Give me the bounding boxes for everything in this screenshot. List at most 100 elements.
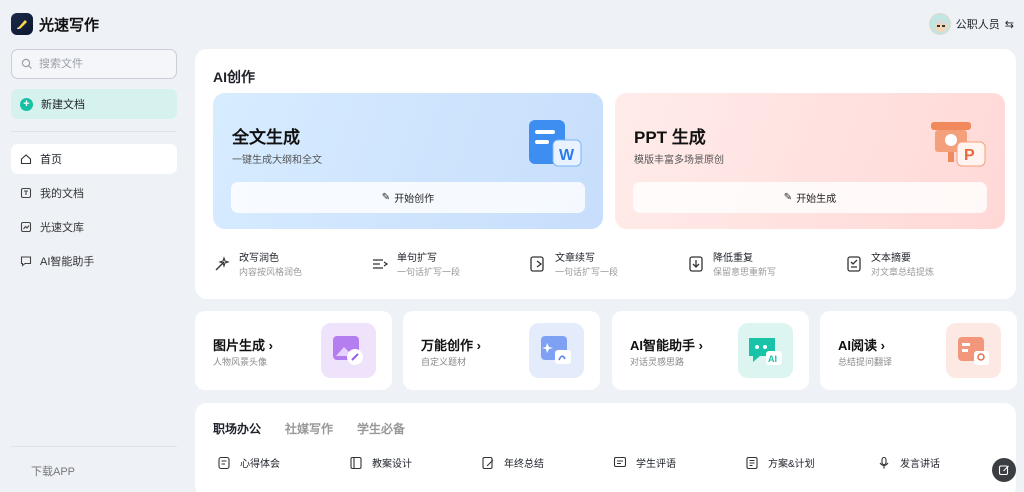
sidebar-item-label: 首页	[40, 154, 62, 166]
sidebar: 光速写作 + 新建文档 首页 我的文档 光速文库	[0, 0, 188, 492]
card-title: AI阅读 ›	[838, 338, 885, 353]
card-title: 全文生成	[232, 128, 300, 147]
template-label: 年终总结	[504, 459, 544, 470]
feedback-button[interactable]	[992, 458, 1016, 482]
app-window: 光速写作 + 新建文档 首页 我的文档 光速文库	[0, 0, 1024, 492]
card-title: 图片生成 ›	[213, 338, 273, 353]
card-desc: 自定义题材	[421, 357, 467, 367]
book-icon	[350, 456, 362, 469]
sidebar-item-home[interactable]: 首页	[11, 144, 177, 174]
ppt-icon: P	[931, 122, 986, 167]
tool-name: 文章续写	[555, 253, 595, 264]
chat-icon	[20, 256, 32, 267]
feature-card-ai-read[interactable]: AI阅读 › 总结提问翻译	[820, 311, 1017, 390]
sidebar-item-ai-assistant[interactable]: AI智能助手	[11, 246, 177, 276]
template-item[interactable]: 教案设计	[349, 455, 481, 470]
logo[interactable]: 光速写作	[11, 13, 99, 35]
tool-desc: 内容按风格润色	[239, 267, 303, 277]
expand-lines-icon	[373, 259, 389, 269]
checklist-icon	[847, 256, 861, 272]
sidebar-item-label: AI智能助手	[40, 256, 95, 268]
plus-icon: +	[20, 97, 33, 111]
sidebar-nav: 首页 我的文档 光速文库 AI智能助手	[11, 144, 177, 280]
section-title: AI创作	[213, 69, 255, 85]
divider	[11, 131, 177, 132]
card-desc: 总结提问翻译	[838, 357, 893, 367]
swap-icon[interactable]: ⇆	[1005, 18, 1014, 31]
sidebar-item-library[interactable]: 光速文库	[11, 212, 177, 242]
library-icon	[20, 221, 32, 233]
button-label: 开始创作	[394, 194, 435, 205]
tool-expand[interactable]: 单句扩写 一句话扩写一段	[371, 252, 529, 278]
tab-social[interactable]: 社媒写作	[285, 420, 333, 437]
card-subtitle: 模版丰富多场景原创	[634, 155, 724, 166]
template-label: 心得体会	[240, 459, 280, 470]
tool-reduce-duplicate[interactable]: 降低重复 保留意思重新写	[687, 252, 845, 278]
magic-wand-icon	[215, 256, 230, 271]
search-icon	[21, 58, 32, 69]
word-doc-icon: W	[529, 120, 582, 167]
feature-card-universal[interactable]: 万能创作 › 自定义题材	[403, 311, 600, 390]
continue-icon	[530, 256, 544, 272]
pen-icon: ✎	[381, 192, 391, 203]
template-item[interactable]: 学生评语	[613, 455, 745, 470]
template-label: 发言讲话	[900, 459, 940, 470]
card-title-text: AI阅读	[838, 338, 878, 353]
template-items: 心得体会 教案设计 年终总结 学生评语 方案&计划 发言讲话	[217, 455, 1009, 470]
template-label: 学生评语	[636, 459, 676, 470]
card-title-text: 万能创作	[421, 338, 474, 353]
template-label: 方案&计划	[768, 459, 815, 470]
universal-create-icon	[529, 323, 584, 378]
doc-icon	[20, 187, 32, 199]
template-item[interactable]: 年终总结	[481, 455, 613, 470]
new-doc-button[interactable]: + 新建文档	[11, 89, 177, 119]
tool-desc: 对文章总结提炼	[871, 267, 935, 277]
svg-text:P: P	[964, 147, 975, 164]
card-desc: 人物风景头像	[213, 357, 268, 367]
app-name: 光速写作	[39, 16, 100, 34]
search-input[interactable]	[39, 58, 169, 70]
tool-summary[interactable]: 文本摘要对文章总结提炼	[845, 252, 1003, 278]
image-gen-icon	[321, 323, 376, 378]
download-app-link[interactable]: 下载APP	[11, 446, 177, 479]
template-panel: 职场办公 社媒写作 学生必备 心得体会 教案设计 年终总结 学生评语 方案&计划…	[195, 403, 1016, 492]
plan-icon	[746, 456, 758, 469]
template-item[interactable]: 方案&计划	[745, 455, 877, 470]
start-generate-button[interactable]: ✎ 开始生成	[633, 182, 987, 213]
logo-icon	[11, 13, 33, 35]
edit-doc-icon	[482, 456, 494, 469]
tab-office[interactable]: 职场办公	[213, 420, 261, 437]
card-subtitle: 一键生成大纲和全文	[232, 155, 322, 166]
tool-row: 改写润色 内容按风格润色 单句扩写 一句话扩写一段 文章续写一句话扩写一段 降低重复…	[213, 252, 1003, 278]
full-text-card[interactable]: 全文生成 一键生成大纲和全文 W ✎ 开始创作	[213, 93, 603, 229]
template-item[interactable]: 发言讲话	[877, 455, 1009, 470]
feature-card-image[interactable]: 图片生成 › 人物风景头像	[195, 311, 392, 390]
comment-icon	[613, 456, 627, 467]
search-box[interactable]	[11, 49, 177, 79]
tool-desc: 一句话扩写一段	[555, 267, 619, 277]
sidebar-item-my-docs[interactable]: 我的文档	[11, 178, 177, 208]
tool-continue[interactable]: 文章续写一句话扩写一段	[529, 252, 687, 278]
ai-chat-icon: AI	[738, 323, 793, 378]
tool-desc: 一句话扩写一段	[397, 267, 461, 277]
card-title: PPT 生成	[634, 128, 706, 147]
svg-text:W: W	[559, 147, 575, 164]
microphone-icon	[879, 456, 889, 468]
avatar	[928, 13, 951, 35]
edit-icon	[998, 465, 1009, 476]
template-item[interactable]: 心得体会	[217, 455, 349, 470]
tab-student[interactable]: 学生必备	[357, 420, 405, 437]
feature-card-ai-assistant[interactable]: AI智能助手 › 对话灵感思路 AI	[612, 311, 809, 390]
start-writing-button[interactable]: ✎ 开始创作	[231, 182, 585, 213]
tool-name: 文本摘要	[871, 253, 911, 264]
sidebar-item-label: 我的文档	[40, 188, 84, 200]
button-label: 开始生成	[796, 194, 837, 205]
category-tabs: 职场办公 社媒写作 学生必备	[213, 420, 405, 437]
tool-rewrite[interactable]: 改写润色 内容按风格润色	[213, 252, 371, 278]
home-icon	[20, 154, 32, 165]
card-desc: 对话灵感思路	[630, 357, 685, 367]
ai-read-icon	[946, 323, 1001, 378]
ppt-card[interactable]: PPT 生成 模版丰富多场景原创 P ✎ 开始生成	[615, 93, 1005, 229]
card-title-text: AI智能助手	[630, 338, 696, 353]
user-menu[interactable]: 公职人员 ⇆	[928, 13, 1014, 35]
